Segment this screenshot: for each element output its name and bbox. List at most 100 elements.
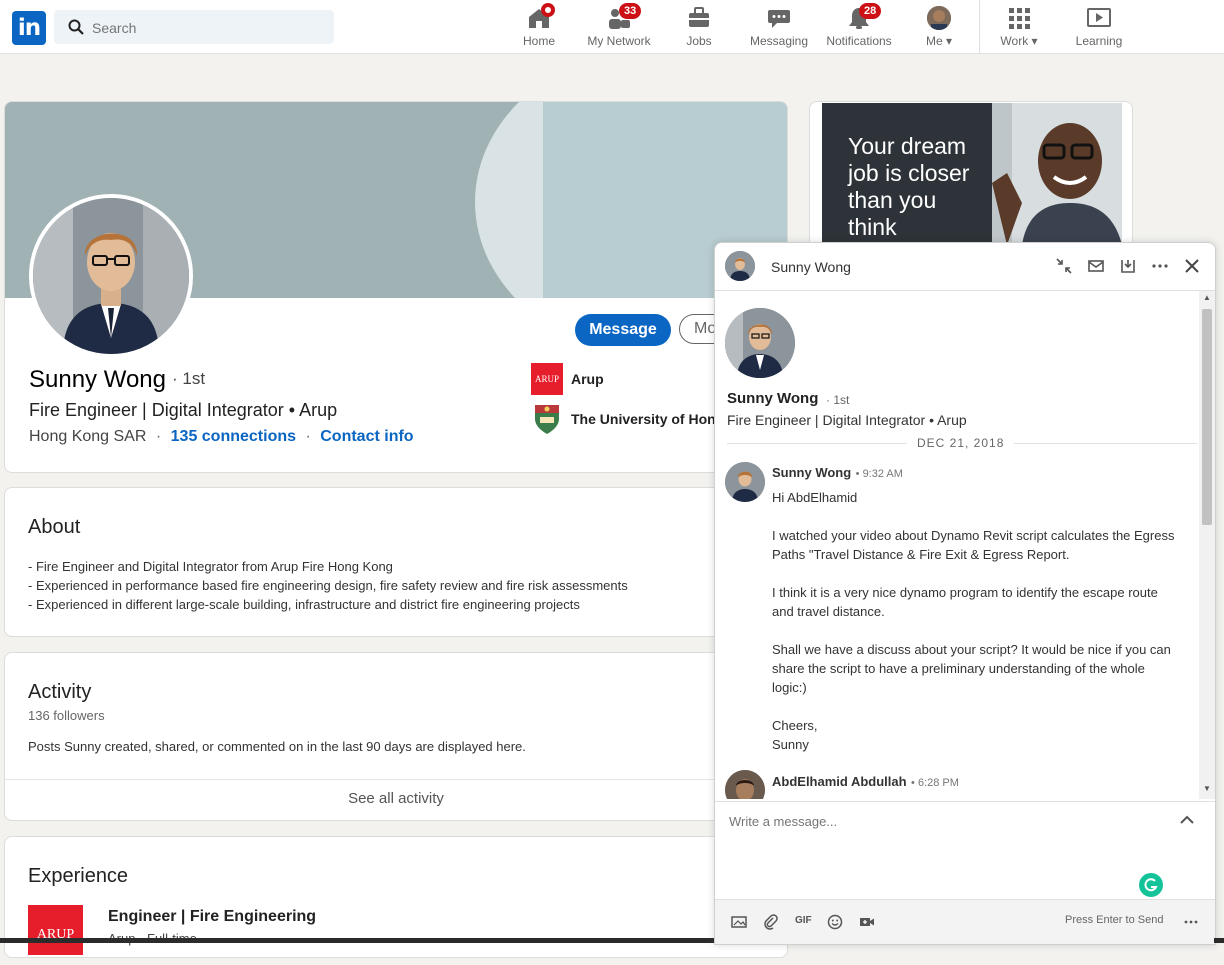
message-time: • 6:28 PM	[911, 777, 959, 789]
message-paragraph: Sunny	[772, 737, 809, 752]
about-line: - Experienced in different large-scale b…	[28, 597, 580, 612]
linkedin-logo[interactable]: in	[12, 11, 46, 45]
search-box[interactable]	[54, 10, 334, 46]
ad-card[interactable]: Your dream job is closer than you think	[809, 101, 1133, 253]
expand-chevron-icon[interactable]	[1179, 812, 1195, 833]
separator-dot: ·	[155, 428, 162, 445]
grid-apps-icon	[1007, 6, 1031, 30]
chat-profile-avatar[interactable]	[725, 308, 795, 378]
compress-icon[interactable]	[1055, 257, 1075, 277]
about-section: About - Fire Engineer and Digital Integr…	[4, 487, 788, 637]
more-options-icon[interactable]	[1151, 257, 1171, 277]
scroll-up-arrow-icon[interactable]: ▲	[1203, 293, 1211, 302]
nav-learning[interactable]: Learning	[1064, 4, 1134, 50]
nav-learning-label: Learning	[1075, 34, 1123, 48]
learning-play-icon	[1087, 6, 1111, 30]
about-title: About	[28, 516, 81, 538]
home-icon	[527, 3, 555, 30]
chat-scrollbar-thumb[interactable]	[1202, 309, 1212, 525]
chat-header-name[interactable]: Sunny Wong	[771, 259, 851, 275]
about-line: - Experienced in performance based fire …	[28, 578, 628, 593]
nav-me-label: Me	[925, 34, 943, 48]
caret-down-icon: ▾	[942, 34, 953, 48]
ad-image: Your dream job is closer than you think	[822, 103, 1122, 245]
about-text: - Fire Engineer and Digital Integrator f…	[28, 557, 768, 614]
people-icon: 33	[607, 3, 642, 30]
see-all-activity-link[interactable]: See all activity	[5, 790, 787, 807]
message-button[interactable]: Message	[575, 314, 671, 346]
messaging-icon	[767, 6, 791, 30]
chat-profile-headline: Fire Engineer | Digital Integrator • Aru…	[727, 412, 967, 428]
message-sender-avatar[interactable]	[725, 462, 765, 502]
activity-title: Activity	[28, 681, 92, 703]
profile-location-row: Hong Kong SAR · 135 connections · Contac…	[29, 428, 414, 446]
school-name: The University of Hong	[571, 411, 725, 427]
nav-messaging-label: Messaging	[749, 34, 809, 48]
message-time: • 9:32 AM	[855, 468, 903, 480]
company-name: Arup	[571, 371, 604, 387]
profile-headline: Fire Engineer | Digital Integrator • Aru…	[29, 400, 338, 420]
close-icon[interactable]	[1183, 257, 1203, 277]
nav-divider	[979, 0, 980, 53]
chat-footer-toolbar: GIF Press Enter to Send	[715, 899, 1215, 944]
date-divider: DEC 21, 2018	[907, 436, 1015, 450]
press-enter-to-send[interactable]: Press Enter to Send	[1065, 914, 1163, 926]
message-text: Hi AbdElhamid I watched your video about…	[772, 488, 1177, 754]
nav-my-network-label: My Network	[587, 34, 651, 48]
nav-notifications[interactable]: 28 Notifications	[824, 3, 894, 50]
chat-profile-degree: · 1st	[826, 393, 850, 407]
more-options-icon[interactable]	[1183, 914, 1201, 932]
message-sender-avatar[interactable]	[725, 770, 765, 799]
my-network-badge: 33	[619, 3, 642, 19]
nav-work[interactable]: Work ▾	[984, 4, 1054, 50]
home-notification-dot	[541, 3, 555, 17]
company-arup[interactable]: ARUP Arup	[531, 363, 604, 395]
chat-header[interactable]: Sunny Wong	[715, 243, 1215, 291]
top-navigation-bar: in Home 33 My Network Jobs Messaging	[0, 0, 1224, 54]
arup-logo: ARUP	[531, 363, 563, 395]
chat-body: Sunny Wong · 1st Fire Engineer | Digital…	[715, 291, 1199, 799]
experience-title: Experience	[28, 865, 129, 887]
message-input[interactable]	[727, 812, 1171, 886]
connection-degree: · 1st	[172, 369, 206, 388]
taskbar-edge	[1214, 938, 1224, 943]
followers-count: 136 followers	[28, 708, 105, 723]
emoji-icon[interactable]	[827, 914, 845, 932]
nav-notifications-label: Notifications	[826, 34, 892, 48]
nav-jobs[interactable]: Jobs	[664, 4, 734, 50]
envelope-icon[interactable]	[1087, 257, 1107, 277]
image-icon[interactable]	[731, 914, 749, 932]
connections-link[interactable]: 135 connections	[171, 428, 296, 445]
profile-photo[interactable]	[29, 194, 193, 358]
about-line: - Fire Engineer and Digital Integrator f…	[28, 559, 393, 574]
paperclip-icon[interactable]	[763, 914, 781, 932]
message-paragraph: I think it is a very nice dynamo program…	[772, 585, 1158, 619]
school-hku[interactable]: The University of Hong	[531, 403, 724, 435]
scroll-down-arrow-icon[interactable]: ▼	[1203, 784, 1211, 793]
nav-my-network[interactable]: 33 My Network	[584, 3, 654, 50]
profile-card: Message Mo Sunny Wong · 1st Fire Enginee…	[4, 101, 788, 473]
chat-window: Sunny Wong Sunny Wong · 1st Fire Enginee…	[714, 242, 1216, 945]
gif-icon[interactable]: GIF	[795, 915, 812, 926]
video-icon[interactable]	[859, 914, 877, 932]
separator-dot: ·	[305, 428, 311, 445]
message-sender[interactable]: AbdElhamid Abdullah	[772, 774, 907, 789]
search-input[interactable]	[90, 10, 324, 46]
me-avatar	[927, 6, 951, 30]
minimize-to-tray-icon[interactable]	[1119, 257, 1139, 277]
message-composer	[715, 801, 1215, 899]
nav-me[interactable]: Me ▾	[904, 4, 974, 50]
chat-profile-name[interactable]: Sunny Wong	[727, 390, 818, 407]
nav-home[interactable]: Home	[504, 3, 574, 50]
caret-down-icon: ▾	[1028, 34, 1038, 48]
nav-messaging[interactable]: Messaging	[744, 4, 814, 50]
notifications-badge: 28	[859, 3, 882, 19]
experience-role[interactable]: Engineer | Fire Engineering	[108, 908, 316, 926]
contact-info-link[interactable]: Contact info	[320, 428, 413, 445]
message-sender[interactable]: Sunny Wong	[772, 465, 851, 480]
grammarly-icon[interactable]	[1139, 873, 1163, 897]
taskbar-edge	[0, 938, 714, 943]
arup-logo: ARUP	[28, 905, 83, 955]
nav-jobs-label: Jobs	[686, 34, 712, 48]
divider	[5, 779, 787, 780]
